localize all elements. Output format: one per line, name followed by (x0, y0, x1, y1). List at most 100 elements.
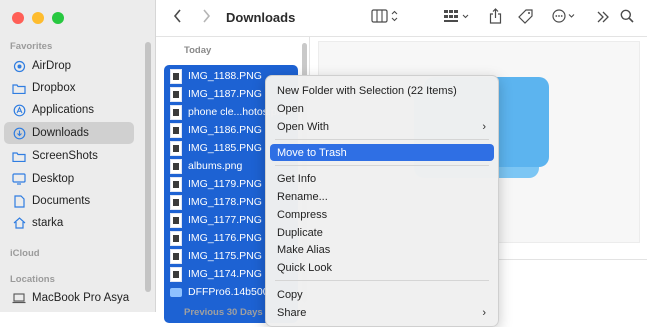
menu-item-share[interactable]: Share › (270, 304, 494, 321)
menu-item-copy[interactable]: Copy (270, 286, 494, 303)
menu-item-label: Rename... (277, 190, 328, 203)
sidebar-item-label: ScreenShots (32, 150, 98, 162)
menu-item-label: Compress (277, 208, 328, 221)
double-chevron-right-icon (596, 10, 610, 27)
folder-icon (12, 81, 26, 95)
desktop-icon (12, 172, 26, 186)
folder-icon (12, 149, 26, 163)
grid-group-icon (443, 9, 471, 27)
sidebar-scrollbar[interactable] (145, 42, 151, 292)
menu-separator (275, 165, 489, 166)
folder-icon (170, 287, 182, 297)
icloud-header: iCloud (10, 248, 40, 259)
menu-item-open-with[interactable]: Open With › (270, 118, 494, 135)
menu-item-label: Get Info (277, 172, 317, 185)
image-file-icon (170, 212, 182, 228)
group-header-previous: Previous 30 Days (184, 307, 263, 318)
menu-item-open[interactable]: Open (270, 100, 494, 117)
sidebar-item-airdrop[interactable]: AirDrop (4, 55, 134, 77)
menu-item-new-folder-with-selection[interactable]: New Folder with Selection (22 Items) (270, 82, 494, 99)
image-file-icon (170, 176, 182, 192)
image-file-icon (170, 266, 182, 282)
chevron-left-icon (173, 9, 183, 27)
sidebar-item-desktop[interactable]: Desktop (4, 168, 134, 190)
window-title: Downloads (226, 10, 296, 25)
menu-item-label: Move to Trash (277, 146, 347, 159)
close-button[interactable] (12, 12, 24, 24)
forward-button[interactable] (196, 8, 216, 28)
view-mode-button[interactable] (368, 8, 402, 28)
overflow-button[interactable] (594, 8, 612, 28)
tag-icon (517, 8, 533, 28)
search-icon (620, 9, 634, 27)
menu-item-label: Quick Look (277, 261, 333, 274)
menu-item-label: Open (277, 102, 304, 115)
image-file-icon (170, 86, 182, 102)
menu-item-label: Make Alias (277, 243, 331, 256)
airdrop-icon (12, 59, 26, 73)
image-file-icon (170, 104, 182, 120)
document-icon (12, 194, 26, 208)
menu-item-label: Duplicate (277, 226, 323, 239)
chevron-right-icon: › (482, 306, 486, 319)
menu-item-make-alias[interactable]: Make Alias (270, 241, 494, 258)
search-button[interactable] (618, 8, 636, 28)
locations-header: Locations (10, 274, 55, 285)
window-controls (12, 12, 64, 24)
sidebar-item-label: Dropbox (32, 82, 76, 94)
columns-view-icon (371, 9, 399, 27)
minimize-button[interactable] (32, 12, 44, 24)
ellipsis-circle-icon (552, 9, 578, 27)
menu-separator (275, 139, 489, 140)
sidebar-item-label: MacBook Pro Asya (32, 292, 130, 304)
image-file-icon (170, 122, 182, 138)
sidebar-item-macbook[interactable]: MacBook Pro Asya (4, 287, 134, 309)
more-actions-button[interactable] (550, 8, 580, 28)
menu-separator (275, 280, 489, 281)
menu-item-get-info[interactable]: Get Info (270, 170, 494, 187)
image-file-icon (170, 194, 182, 210)
group-header-today: Today (184, 45, 212, 56)
sidebar-item-downloads[interactable]: Downloads (4, 122, 134, 144)
tag-button[interactable] (514, 8, 536, 28)
sidebar-item-label: Downloads (32, 127, 89, 139)
sidebar-item-screenshots[interactable]: ScreenShots (4, 145, 134, 167)
sidebar-item-label: starka (32, 217, 64, 229)
chevron-right-icon (201, 9, 211, 27)
sidebar-item-label: Desktop (32, 173, 75, 185)
chevron-right-icon: › (482, 120, 486, 133)
sidebar-item-applications[interactable]: Applications (4, 99, 134, 121)
favorites-header: Favorites (10, 41, 53, 52)
back-button[interactable] (168, 8, 188, 28)
sidebar: Favorites AirDrop Dropbox Applications D… (0, 0, 156, 312)
toolbar: Downloads (156, 0, 647, 37)
menu-item-rename[interactable]: Rename... (270, 188, 494, 205)
menu-item-quick-look[interactable]: Quick Look (270, 259, 494, 276)
zoom-button[interactable] (52, 12, 64, 24)
sidebar-item-label: Documents (32, 195, 91, 207)
image-file-icon (170, 140, 182, 156)
laptop-icon (12, 291, 26, 305)
menu-item-compress[interactable]: Compress (270, 206, 494, 223)
applications-icon (12, 103, 26, 117)
menu-item-label: Share (277, 306, 307, 319)
menu-item-move-to-trash[interactable]: Move to Trash (270, 144, 494, 161)
image-file-icon (170, 248, 182, 264)
image-file-icon (170, 230, 182, 246)
menu-item-label: Open With (277, 120, 329, 133)
image-file-icon (170, 158, 182, 174)
sidebar-item-starka[interactable]: starka (4, 212, 134, 234)
image-file-icon (170, 68, 182, 84)
downloads-icon (12, 126, 26, 140)
group-by-button[interactable] (442, 8, 472, 28)
sidebar-item-label: AirDrop (32, 60, 71, 72)
home-icon (12, 216, 26, 230)
menu-item-label: Copy (277, 288, 303, 301)
menu-item-label: New Folder with Selection (22 Items) (277, 84, 457, 97)
menu-item-duplicate[interactable]: Duplicate (270, 224, 494, 241)
share-icon (489, 8, 502, 28)
sidebar-item-label: Applications (32, 104, 95, 116)
sidebar-item-documents[interactable]: Documents (4, 190, 134, 212)
sidebar-item-dropbox[interactable]: Dropbox (4, 77, 134, 99)
share-button[interactable] (484, 8, 506, 28)
